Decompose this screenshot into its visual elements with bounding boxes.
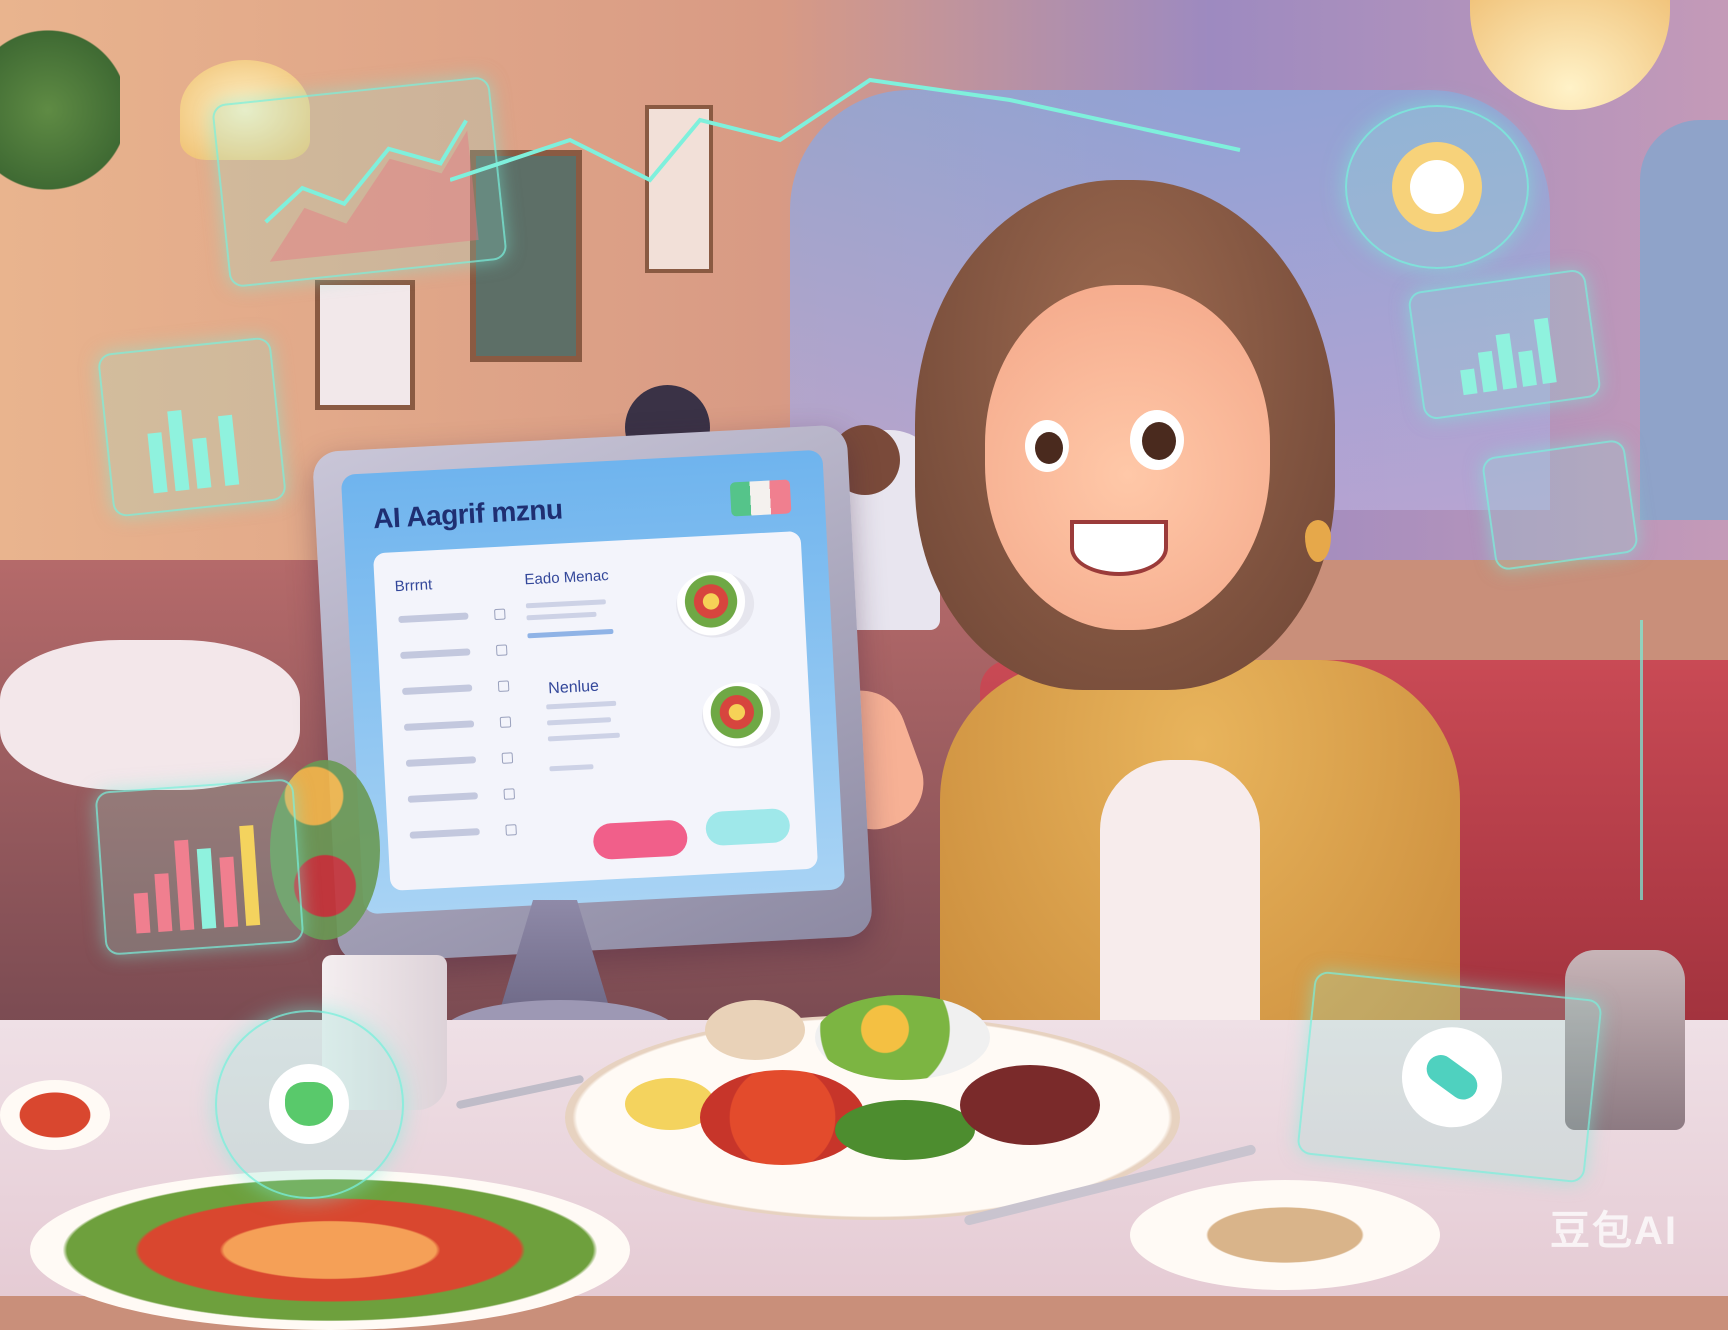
salad-bowl: [815, 995, 990, 1080]
menu-item-checkbox[interactable]: [501, 752, 514, 764]
right-plate: [1130, 1180, 1440, 1290]
chart-bar: [196, 848, 217, 929]
background-table: [0, 640, 300, 790]
chart-bar: [174, 839, 195, 931]
secondary-button[interactable]: [704, 807, 791, 847]
menu-item-checkbox[interactable]: [499, 716, 512, 728]
menu-description-line: [526, 611, 597, 621]
woman-smile: [1070, 520, 1168, 576]
meat: [960, 1065, 1100, 1145]
chart-bar: [147, 432, 168, 494]
chart-bar: [192, 437, 212, 489]
dish-image[interactable]: [700, 680, 782, 751]
holo-bar-chart: [96, 336, 288, 518]
hanging-plant: [0, 0, 120, 220]
menu-item[interactable]: [402, 684, 473, 695]
menu-item-checkbox[interactable]: [503, 788, 516, 800]
restaurant-scene: AI Aagrif mznu Brrrnt Eado Menac Nenlue: [0, 0, 1728, 1330]
watermark: 豆包AI: [1550, 1209, 1678, 1253]
menu-item[interactable]: [405, 756, 477, 767]
chart-bar: [1518, 350, 1537, 387]
menu-item-checkbox[interactable]: [505, 824, 517, 836]
menu-item-checkbox[interactable]: [494, 608, 506, 621]
capsule-icon: [1397, 1022, 1507, 1133]
menu-item[interactable]: [398, 612, 469, 624]
menu-item-checkbox[interactable]: [497, 680, 510, 692]
woman-right-eye: [1130, 410, 1184, 470]
menu-description-line: [525, 599, 606, 609]
menu-left-heading: Brrrnt: [394, 576, 433, 596]
chart-bar: [154, 873, 173, 933]
wall-picture: [315, 280, 415, 410]
checkmark-target-icon: [1392, 142, 1482, 232]
menu-description-line: [546, 700, 617, 710]
menu-description-line: [549, 764, 594, 772]
menu-item[interactable]: [403, 720, 475, 731]
holo-grid-panel: [1480, 438, 1640, 572]
dish-image[interactable]: [674, 569, 756, 640]
italian-flag-icon: [729, 479, 792, 517]
menu-right-heading: Eado Menac: [524, 567, 610, 589]
holo-scale: [1570, 620, 1643, 900]
holo-bar-chart-3: [1406, 268, 1603, 421]
menu-item[interactable]: [400, 648, 471, 660]
heart-icon: [269, 1064, 349, 1144]
arch-window: [1640, 120, 1728, 520]
kiosk-screen: AI Aagrif mznu Brrrnt Eado Menac Nenlue: [340, 449, 846, 915]
chart-bar: [133, 892, 151, 934]
chart-bar: [239, 825, 261, 926]
menu-item[interactable]: [407, 792, 478, 803]
bread: [705, 1000, 805, 1060]
holo-trend-line: [450, 77, 1241, 183]
menu-item[interactable]: [409, 828, 480, 839]
menu-description-line: [527, 628, 614, 639]
menu-description-line: [547, 732, 620, 742]
screen-title: AI Aagrif mznu: [372, 493, 564, 535]
holo-capsule-panel: [1296, 970, 1603, 1184]
chart-bar: [1495, 333, 1518, 390]
menu-sub-heading: Nenlue: [547, 677, 600, 698]
menu-item-checkbox[interactable]: [495, 644, 508, 657]
holo-health-badge: [215, 1010, 404, 1199]
chart-bar: [218, 414, 240, 486]
left-plate: [0, 1080, 110, 1150]
woman-shirt: [1100, 760, 1260, 1050]
chart-bar: [219, 856, 239, 928]
holo-check-badge: [1345, 105, 1529, 269]
greens: [835, 1100, 975, 1160]
order-button[interactable]: [592, 819, 689, 861]
holo-bar-chart-2: [94, 778, 305, 956]
chart-bar: [167, 410, 190, 492]
menu-card: Brrrnt Eado Menac Nenlue: [372, 530, 819, 891]
menu-description-line: [546, 717, 612, 726]
chart-bar: [1477, 350, 1498, 393]
chart-bar: [1533, 317, 1557, 385]
woman-left-eye: [1025, 420, 1069, 472]
chart-bar: [1460, 368, 1478, 396]
